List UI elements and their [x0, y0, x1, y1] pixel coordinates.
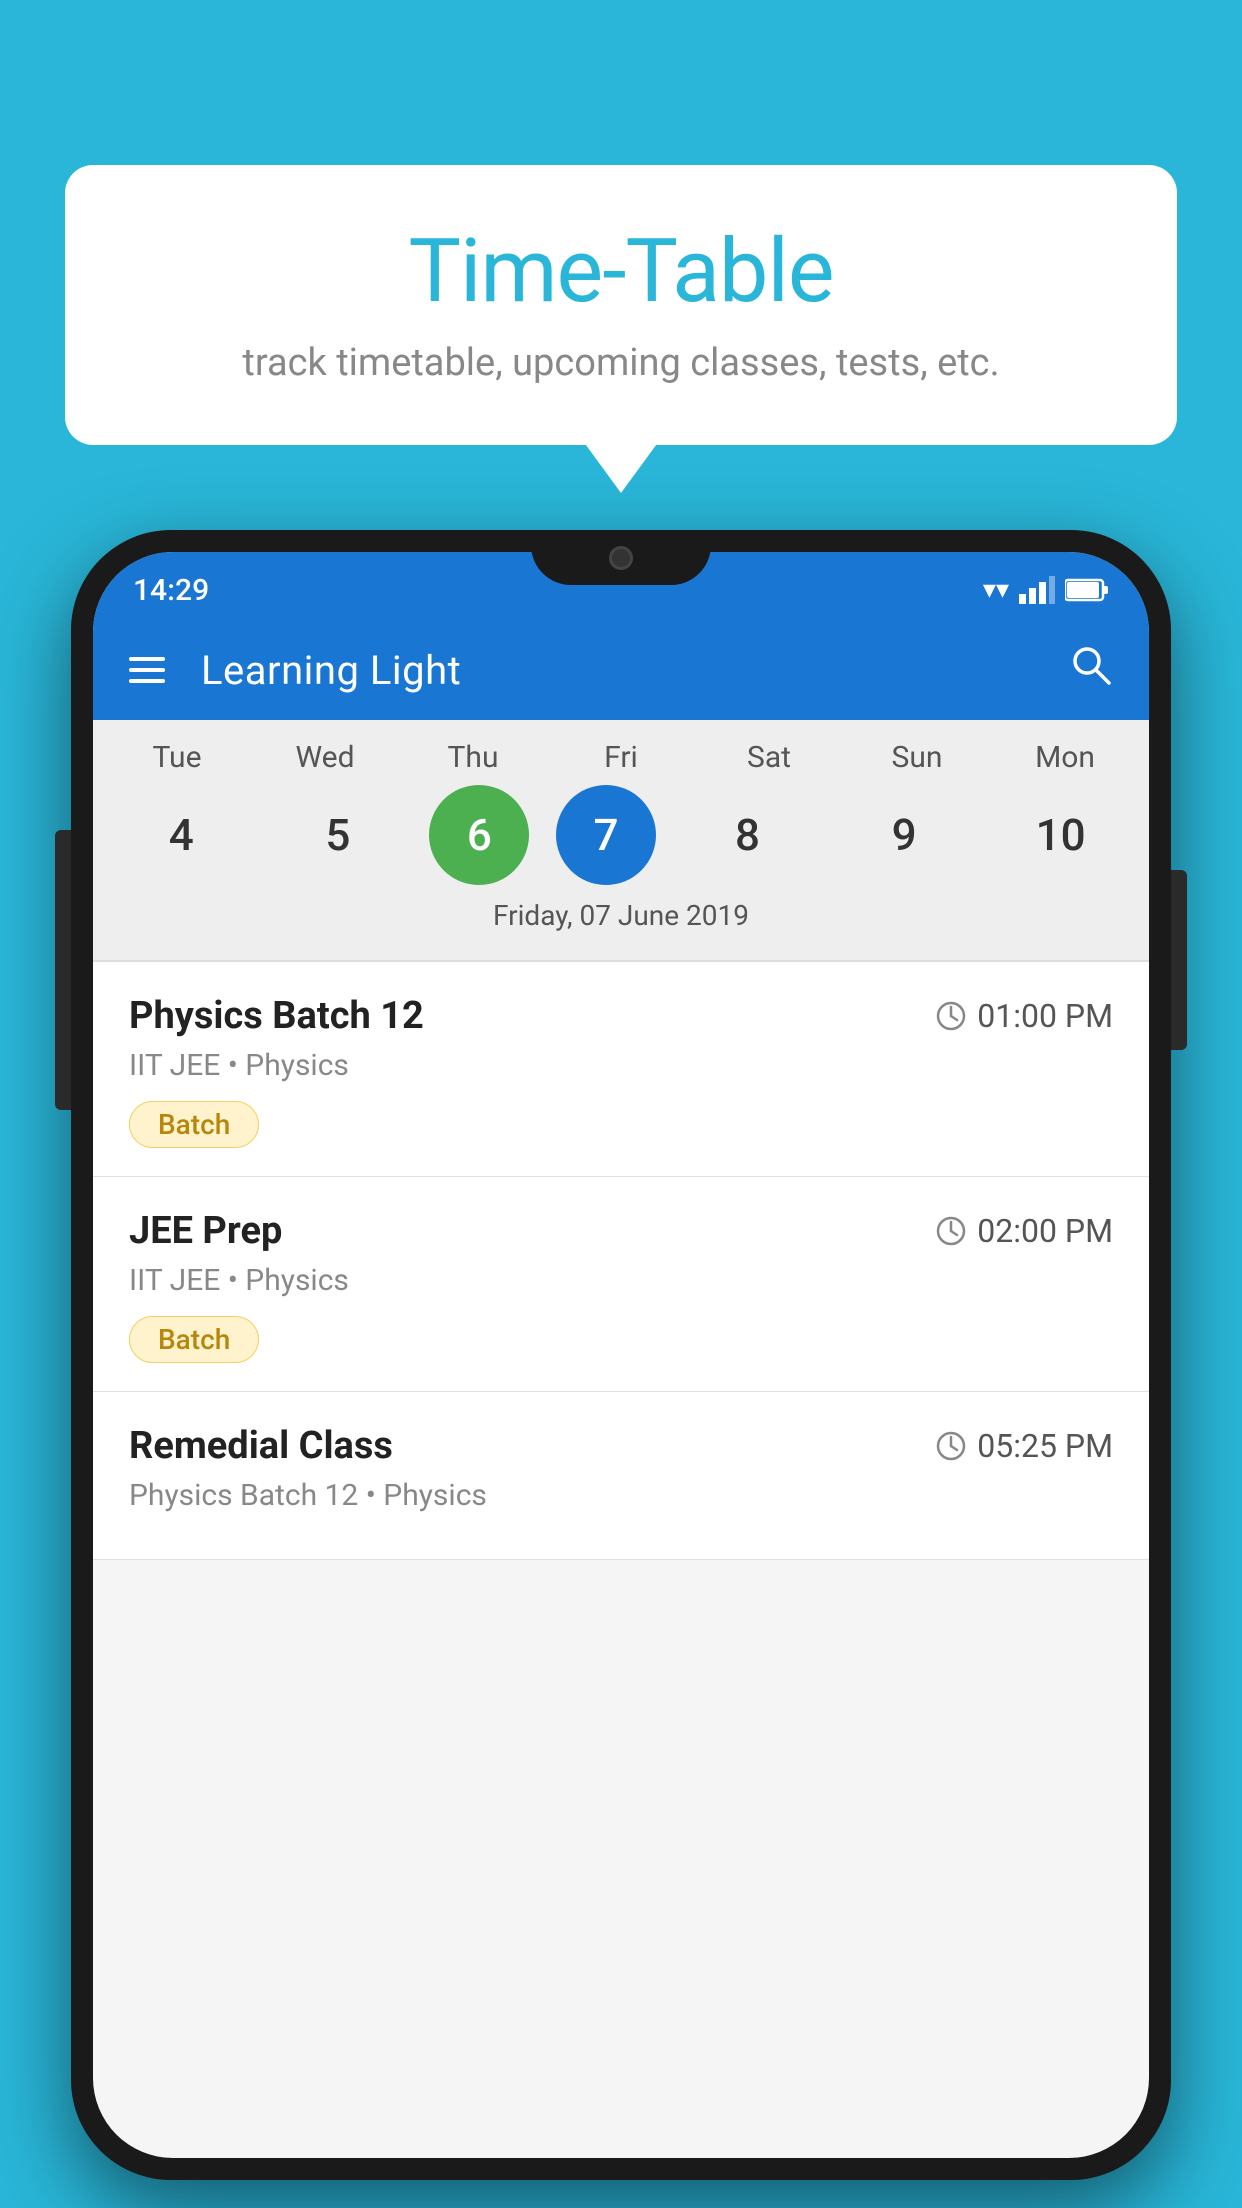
schedule-item-3-title: Remedial Class: [129, 1424, 393, 1468]
day-5[interactable]: 5: [273, 785, 403, 885]
status-icons: ▾▾: [983, 575, 1109, 605]
clock-icon-2: [935, 1215, 967, 1247]
schedule-item-2-subtitle: IIT JEE • Physics: [129, 1263, 1113, 1298]
schedule-item-2-tag: Batch: [129, 1316, 259, 1363]
day-header-tue: Tue: [112, 740, 242, 775]
day-header-fri: Fri: [556, 740, 686, 775]
battery-icon: [1065, 577, 1109, 603]
clock-icon-1: [935, 1000, 967, 1032]
schedule-item-2-header: JEE Prep 02:00 PM: [129, 1209, 1113, 1253]
schedule-item-2-time: 02:00 PM: [935, 1212, 1113, 1250]
day-4[interactable]: 4: [116, 785, 246, 885]
schedule-item-3[interactable]: Remedial Class 05:25 PM Physics Batch 12…: [93, 1392, 1149, 1560]
schedule-item-3-subtitle: Physics Batch 12 • Physics: [129, 1478, 1113, 1513]
day-10[interactable]: 10: [996, 785, 1126, 885]
schedule-list: Physics Batch 12 01:00 PM IIT JEE • Phys…: [93, 962, 1149, 1560]
signal-icon: [1019, 576, 1055, 604]
schedule-item-1-header: Physics Batch 12 01:00 PM: [129, 994, 1113, 1038]
phone-notch: [531, 530, 711, 585]
day-6-today[interactable]: 6: [429, 785, 529, 885]
clock-icon-3: [935, 1430, 967, 1462]
bubble-title: Time-Table: [125, 220, 1117, 323]
day-9[interactable]: 9: [839, 785, 969, 885]
speech-bubble: Time-Table track timetable, upcoming cla…: [65, 165, 1177, 445]
day-header-sat: Sat: [704, 740, 834, 775]
bubble-subtitle: track timetable, upcoming classes, tests…: [125, 341, 1117, 385]
day-header-mon: Mon: [1000, 740, 1130, 775]
phone-screen: 14:29 ▾▾: [93, 552, 1149, 2158]
schedule-item-1-title: Physics Batch 12: [129, 994, 424, 1038]
schedule-item-1[interactable]: Physics Batch 12 01:00 PM IIT JEE • Phys…: [93, 962, 1149, 1177]
app-bar: Learning Light: [93, 620, 1149, 720]
day-header-thu: Thu: [408, 740, 538, 775]
schedule-item-3-header: Remedial Class 05:25 PM: [129, 1424, 1113, 1468]
camera: [609, 546, 633, 570]
schedule-item-3-time: 05:25 PM: [935, 1427, 1113, 1465]
day-numbers: 4 5 6 7 8 9 10: [93, 785, 1149, 885]
day-8[interactable]: 8: [683, 785, 813, 885]
schedule-item-1-subtitle: IIT JEE • Physics: [129, 1048, 1113, 1083]
phone-mockup: 14:29 ▾▾: [71, 530, 1171, 2180]
search-icon[interactable]: [1069, 643, 1113, 697]
day-header-wed: Wed: [260, 740, 390, 775]
schedule-item-2-title: JEE Prep: [129, 1209, 282, 1253]
app-title: Learning Light: [201, 647, 1069, 694]
schedule-item-1-time: 01:00 PM: [935, 997, 1113, 1035]
day-7-selected[interactable]: 7: [556, 785, 656, 885]
calendar-strip: Tue Wed Thu Fri Sat Sun Mon 4 5 6 7 8 9 …: [93, 720, 1149, 960]
selected-date-label: Friday, 07 June 2019: [93, 885, 1149, 950]
speech-bubble-section: Time-Table track timetable, upcoming cla…: [65, 165, 1177, 445]
day-headers: Tue Wed Thu Fri Sat Sun Mon: [93, 740, 1149, 775]
hamburger-icon[interactable]: [129, 657, 165, 683]
schedule-item-1-tag: Batch: [129, 1101, 259, 1148]
day-header-sun: Sun: [852, 740, 982, 775]
wifi-icon: ▾▾: [983, 575, 1009, 605]
phone-outer: 14:29 ▾▾: [71, 530, 1171, 2180]
schedule-item-2[interactable]: JEE Prep 02:00 PM IIT JEE • Physics Batc…: [93, 1177, 1149, 1392]
